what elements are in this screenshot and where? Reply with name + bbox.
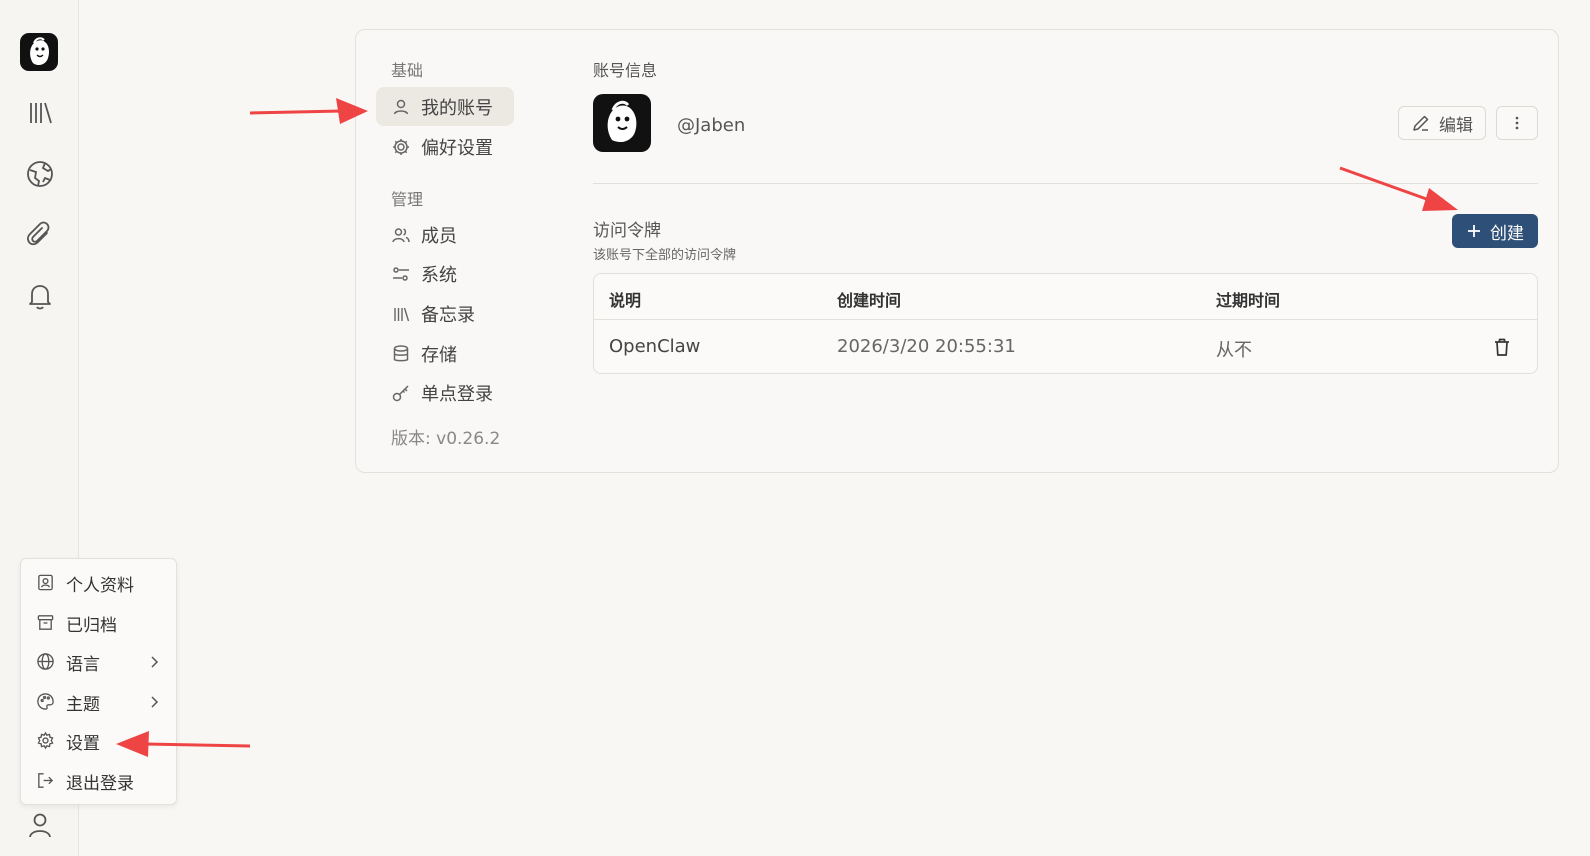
users-icon	[391, 225, 411, 245]
access-tokens-title: 访问令牌	[593, 221, 661, 241]
menu-item-profile[interactable]: 个人资料	[21, 565, 176, 601]
plus-icon	[1466, 223, 1482, 239]
menu-item-theme[interactable]: 主题	[21, 684, 176, 720]
more-options-button[interactable]	[1496, 106, 1538, 140]
settings-card: 基础 我的账号 偏好设置 管理 成员 系统 备忘录 存储 单点登录 版本: v0…	[355, 29, 1559, 473]
palette-icon	[36, 692, 56, 712]
menu-item-label: 语言	[66, 654, 100, 675]
nav-item-memos[interactable]: 备忘录	[376, 294, 514, 333]
nav-item-label: 单点登录	[421, 383, 493, 405]
account-info-title: 账号信息	[593, 61, 658, 80]
nav-item-system[interactable]: 系统	[376, 254, 514, 293]
menu-item-archived[interactable]: 已归档	[21, 605, 176, 641]
menu-item-settings[interactable]: 设置	[21, 723, 176, 759]
nav-item-label: 备忘录	[421, 304, 475, 326]
nav-item-sso[interactable]: 单点登录	[376, 373, 514, 412]
menu-item-logout[interactable]: 退出登录	[21, 763, 176, 799]
chevron-right-icon	[146, 653, 162, 671]
trash-icon[interactable]	[1491, 336, 1513, 358]
nav-item-label: 成员	[421, 225, 457, 247]
nav-item-label: 偏好设置	[421, 137, 493, 159]
username: @Jaben	[677, 115, 746, 136]
create-token-button[interactable]: 创建	[1452, 214, 1538, 248]
token-created-time: 2026/3/20 20:55:31	[837, 336, 1016, 357]
logout-icon	[36, 771, 56, 791]
menu-item-label: 主题	[66, 694, 100, 715]
globe-icon[interactable]	[25, 159, 55, 189]
edit-button[interactable]: 编辑	[1398, 106, 1486, 140]
menu-item-label: 退出登录	[66, 773, 134, 794]
user-icon[interactable]	[25, 810, 55, 840]
database-icon	[391, 344, 411, 364]
menu-item-language[interactable]: 语言	[21, 644, 176, 680]
nav-item-label: 系统	[421, 264, 457, 286]
nav-section-admin: 管理	[391, 190, 424, 209]
menu-item-label: 设置	[66, 733, 100, 754]
section-divider	[593, 183, 1538, 184]
bell-icon[interactable]	[25, 281, 55, 311]
avatar	[593, 94, 651, 152]
user-menu: 个人资料 已归档 语言 主题 设置 退出登录	[20, 558, 177, 805]
tokens-table: 说明 创建时间 过期时间 OpenClaw 2026/3/20 20:55:31…	[593, 273, 1538, 374]
id-card-icon	[36, 573, 56, 593]
menu-item-label: 个人资料	[66, 575, 134, 596]
nav-item-preferences[interactable]: 偏好设置	[376, 127, 514, 166]
chevron-right-icon	[146, 693, 162, 711]
more-vertical-icon	[1508, 114, 1526, 132]
nav-item-label: 存储	[421, 344, 457, 366]
edit-button-label: 编辑	[1439, 115, 1473, 136]
gear-icon	[36, 731, 56, 751]
globe-icon	[36, 652, 56, 672]
app-logo[interactable]	[20, 33, 58, 71]
paperclip-icon[interactable]	[25, 220, 55, 250]
nav-item-members[interactable]: 成员	[376, 215, 514, 254]
token-description: OpenClaw	[609, 336, 701, 357]
pencil-icon	[1411, 113, 1431, 133]
table-header-divider	[594, 319, 1537, 320]
library-icon[interactable]	[25, 98, 55, 128]
create-button-label: 创建	[1490, 223, 1524, 244]
menu-item-label: 已归档	[66, 615, 117, 636]
user-icon	[391, 97, 411, 117]
nav-section-basic: 基础	[391, 61, 424, 80]
access-tokens-subtitle: 该账号下全部的访问令牌	[593, 248, 737, 263]
nav-item-my-account[interactable]: 我的账号	[376, 87, 514, 126]
version-label: 版本: v0.26.2	[391, 429, 501, 449]
gear-icon	[391, 137, 411, 157]
nav-item-label: 我的账号	[421, 97, 493, 119]
column-header-created: 创建时间	[837, 291, 902, 310]
token-expires: 从不	[1216, 340, 1252, 361]
column-header-description: 说明	[609, 291, 642, 310]
sliders-icon	[391, 264, 411, 284]
nav-item-storage[interactable]: 存储	[376, 334, 514, 373]
key-icon	[391, 383, 411, 403]
archive-icon	[36, 613, 56, 633]
library-icon	[391, 304, 411, 324]
column-header-expires: 过期时间	[1216, 291, 1281, 310]
